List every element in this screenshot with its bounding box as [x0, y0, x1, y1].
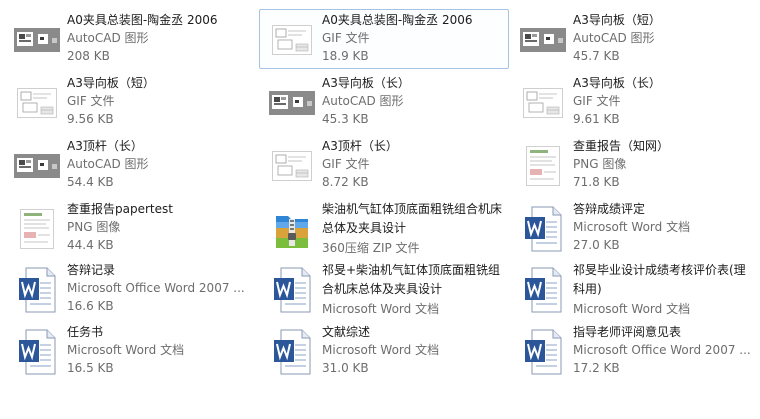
word-document-icon: [519, 267, 567, 313]
drawing-gif-thumb-icon: [519, 81, 567, 125]
png-report-thumb-icon: [519, 144, 567, 188]
file-size: 31.0 KB: [322, 361, 369, 375]
file-name: 答辩记录: [67, 263, 116, 277]
file-size: 16.6 KB: [67, 299, 114, 313]
file-grid: A0夹具总装图-陶金丞 2006 AutoCAD 图形 208 KB A0夹具总装图…: [0, 0, 760, 419]
file-item[interactable]: A3导向板（长） AutoCAD 图形 45.3 KB: [259, 72, 509, 132]
file-item[interactable]: 祁旻+柴油机气缸体顶底面粗铣组合机床总体及夹具设计 Microsoft Word …: [259, 259, 509, 319]
file-item[interactable]: A0夹具总装图-陶金丞 2006 GIF 文件 18.9 KB: [259, 9, 509, 69]
file-name: 祁旻+柴油机气缸体顶底面粗铣组合机床总体及夹具设计: [322, 263, 501, 296]
file-name: 柴油机气缸体顶底面粗铣组合机床总体及夹具设计: [322, 202, 503, 235]
file-size: 54.4 KB: [67, 175, 114, 189]
file-name: 查重报告papertest: [67, 202, 173, 216]
file-item[interactable]: A3导向板（短） AutoCAD 图形 45.7 KB: [510, 9, 760, 69]
file-type: Microsoft Word 文档: [67, 343, 185, 357]
file-name: 文献综述: [322, 325, 371, 339]
file-item[interactable]: 查重报告papertest PNG 图像 44.4 KB: [4, 198, 254, 258]
file-item[interactable]: A0夹具总装图-陶金丞 2006 AutoCAD 图形 208 KB: [4, 9, 254, 69]
file-name: A3顶杆（长）: [67, 139, 143, 153]
file-type: Microsoft Word 文档: [573, 220, 691, 234]
file-name: A3导向板（长）: [573, 76, 661, 90]
autocad-thumb-icon: [268, 81, 316, 125]
drawing-gif-thumb-icon: [13, 81, 61, 125]
zip-archive-icon: [268, 207, 316, 251]
word-document-icon: [519, 329, 567, 375]
file-item[interactable]: A3导向板（长） GIF 文件 9.61 KB: [510, 72, 760, 132]
file-type: PNG 图像: [573, 157, 627, 171]
file-item[interactable]: 答辩成绩评定 Microsoft Word 文档 27.0 KB: [510, 198, 760, 258]
file-item[interactable]: 任务书 Microsoft Word 文档 16.5 KB: [4, 321, 254, 381]
file-size: 9.61 KB: [573, 112, 620, 126]
file-type: GIF 文件: [67, 94, 115, 108]
file-type: Microsoft Office Word 2007 ...: [67, 281, 245, 295]
file-item[interactable]: A3导向板（短） GIF 文件 9.56 KB: [4, 72, 254, 132]
file-size: 8.72 KB: [322, 175, 369, 189]
file-item[interactable]: A3顶杆（长） GIF 文件 8.72 KB: [259, 135, 509, 195]
file-type: AutoCAD 图形: [67, 31, 149, 45]
file-type: Microsoft Office Word 2007 ...: [573, 343, 751, 357]
png-report-thumb-icon: [13, 207, 61, 251]
file-item[interactable]: 查重报告（知网） PNG 图像 71.8 KB: [510, 135, 760, 195]
file-item[interactable]: 文献综述 Microsoft Word 文档 31.0 KB: [259, 321, 509, 381]
file-type: 360压缩 ZIP 文件: [322, 241, 420, 255]
file-size: 45.3 KB: [322, 112, 369, 126]
file-type: AutoCAD 图形: [322, 94, 404, 108]
file-item[interactable]: 柴油机气缸体顶底面粗铣组合机床总体及夹具设计 360压缩 ZIP 文件: [259, 198, 509, 258]
file-size: 16.5 KB: [67, 361, 114, 375]
file-name: 指导老师评阅意见表: [573, 325, 682, 339]
file-size: 208 KB: [67, 49, 110, 63]
word-document-icon: [268, 267, 316, 313]
file-name: 祁旻毕业设计成绩考核评价表(理科用): [573, 263, 746, 296]
file-size: 18.9 KB: [322, 49, 369, 63]
file-name: 查重报告（知网）: [573, 139, 670, 153]
file-name: 答辩成绩评定: [573, 202, 646, 216]
file-name: A3顶杆（长）: [322, 139, 398, 153]
file-type: Microsoft Word 文档: [322, 343, 440, 357]
file-type: GIF 文件: [322, 157, 370, 171]
file-name: A3导向板（短）: [573, 13, 661, 27]
file-size: 44.4 KB: [67, 238, 114, 252]
file-item[interactable]: A3顶杆（长） AutoCAD 图形 54.4 KB: [4, 135, 254, 195]
file-type: Microsoft Word 文档: [573, 302, 691, 316]
autocad-thumb-icon: [13, 144, 61, 188]
file-size: 9.56 KB: [67, 112, 114, 126]
word-document-icon: [13, 329, 61, 375]
file-type: GIF 文件: [322, 31, 370, 45]
autocad-thumb-icon: [13, 18, 61, 62]
file-type: AutoCAD 图形: [67, 157, 149, 171]
word-document-icon: [519, 206, 567, 252]
file-name: 任务书: [67, 325, 104, 339]
file-type: GIF 文件: [573, 94, 621, 108]
file-name: A3导向板（短）: [67, 76, 155, 90]
autocad-thumb-icon: [519, 18, 567, 62]
file-name: A3导向板（长）: [322, 76, 410, 90]
file-item[interactable]: 指导老师评阅意见表 Microsoft Office Word 2007 ... 1…: [510, 321, 760, 381]
word-document-icon: [13, 267, 61, 313]
drawing-gif-thumb-icon: [268, 18, 316, 62]
file-name: A0夹具总装图-陶金丞 2006: [67, 13, 218, 27]
file-name: A0夹具总装图-陶金丞 2006: [322, 13, 473, 27]
drawing-gif-thumb-icon: [268, 144, 316, 188]
file-size: 71.8 KB: [573, 175, 620, 189]
file-item[interactable]: 祁旻毕业设计成绩考核评价表(理科用) Microsoft Word 文档: [510, 259, 760, 319]
file-size: 17.2 KB: [573, 361, 620, 375]
file-size: 45.7 KB: [573, 49, 620, 63]
file-item[interactable]: 答辩记录 Microsoft Office Word 2007 ... 16.6 K…: [4, 259, 254, 319]
file-type: Microsoft Word 文档: [322, 302, 440, 316]
file-type: AutoCAD 图形: [573, 31, 655, 45]
file-type: PNG 图像: [67, 220, 121, 234]
file-size: 27.0 KB: [573, 238, 620, 252]
word-document-icon: [268, 329, 316, 375]
